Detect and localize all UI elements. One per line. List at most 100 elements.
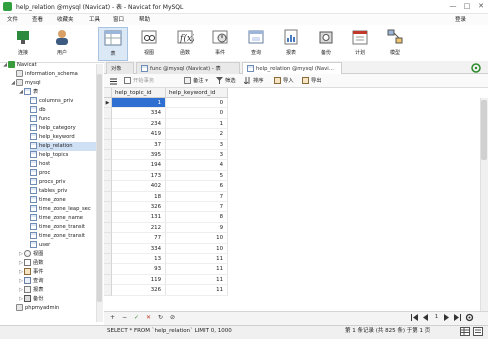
grid-cell-help-topic-id[interactable]: 119 [112,274,166,286]
add-record-icon[interactable]: + [108,313,117,322]
menu-icon[interactable] [109,77,118,86]
tree-table-item[interactable]: host [30,160,50,169]
row-selector[interactable] [104,274,112,286]
grid-view-icon[interactable] [460,327,470,336]
tree-root[interactable]: ◢ Navicat [2,61,37,70]
row-selector[interactable] [104,222,112,234]
row-selector[interactable] [104,212,112,223]
tab-help-relation[interactable]: help_relation @mysql (Navi... [242,62,342,74]
row-selector[interactable] [104,139,112,150]
tree-table-item[interactable]: db [30,106,46,115]
tree-db-phpmyadmin[interactable]: phpmyadmin [10,304,59,313]
import-button[interactable]: 导入 [274,77,294,86]
menu-window[interactable]: 窗口 [113,16,124,24]
grid-cell-help-topic-id[interactable]: 131 [112,212,166,223]
maximize-button[interactable]: □ [460,1,474,12]
row-selector[interactable] [104,202,112,213]
grid-cell-help-topic-id[interactable]: 234 [112,118,166,130]
row-selector[interactable] [104,170,112,182]
grid-cell-help-keyword-id[interactable]: 6 [166,181,228,192]
sort-button[interactable]: 排序 [243,77,264,86]
row-selector[interactable] [104,285,112,296]
grid-cell-help-keyword-id[interactable]: 11 [166,274,228,286]
tree-table-item[interactable]: time_zone_transit [30,232,85,241]
grid-cell-help-keyword-id[interactable]: 7 [166,202,228,213]
grid-cell-help-keyword-id[interactable]: 11 [166,264,228,275]
event-button[interactable]: 事件 [205,27,235,61]
menu-help[interactable]: 帮助 [139,16,150,24]
discard-changes-icon[interactable]: ✕ [144,313,153,322]
tree-group-queries[interactable]: ▷ 查询 [18,277,43,286]
connection-button[interactable]: 连接 [8,27,38,61]
settings-gear-icon[interactable] [465,313,474,322]
function-button[interactable]: f(x) 函数 [170,27,200,61]
grid-cell-help-topic-id[interactable]: 194 [112,160,166,171]
tree-group-reports[interactable]: ▷ 报表 [18,286,43,295]
grid-cell-help-topic-id[interactable]: 419 [112,129,166,140]
first-page-icon[interactable] [410,313,419,322]
delete-record-icon[interactable]: − [120,313,129,322]
row-selector[interactable] [104,254,112,265]
last-page-icon[interactable] [453,313,462,322]
tree-table-item[interactable]: proc [30,169,50,178]
apply-changes-icon[interactable]: ✓ [132,313,141,322]
tree-table-item[interactable]: procs_priv [30,178,66,187]
grid-cell-help-topic-id[interactable]: 326 [112,285,166,296]
tree-table-item[interactable]: help_category [30,124,76,133]
tree-table-item[interactable]: tables_priv [30,187,67,196]
row-selector[interactable] [104,243,112,254]
tree-group-backups[interactable]: ▷ 备份 [18,295,43,304]
tree-table-item[interactable]: help_relation [30,142,96,151]
model-button[interactable]: 模型 [380,27,410,61]
row-selector[interactable] [104,108,112,119]
grid-cell-help-keyword-id[interactable]: 3 [166,139,228,150]
tree-table-item[interactable]: time_zone [30,196,66,205]
grid-cell-help-topic-id[interactable]: 173 [112,170,166,182]
column-header-help-topic-id[interactable]: help_topic_id [112,88,166,98]
grid-cell-help-topic-id[interactable]: 395 [112,150,166,161]
grid-cell-help-topic-id[interactable]: 1 [112,98,166,109]
row-selector[interactable] [104,264,112,275]
report-button[interactable]: 报表 [276,27,306,61]
tab-settings-icon[interactable] [471,63,481,73]
tree-table-item[interactable]: help_keyword [30,133,75,142]
grid-cell-help-topic-id[interactable]: 37 [112,139,166,150]
tree-tables-group[interactable]: ◢ 表 [18,88,38,97]
schedule-button[interactable]: 计划 [345,27,375,61]
grid-cell-help-keyword-id[interactable]: 0 [166,98,228,109]
note-button[interactable]: 备注 ▾ [184,77,208,86]
user-button[interactable]: 用户 [47,27,77,61]
backup-button[interactable]: 备份 [311,27,341,61]
grid-cell-help-keyword-id[interactable]: 0 [166,108,228,119]
grid-cell-help-keyword-id[interactable]: 5 [166,170,228,182]
grid-cell-help-topic-id[interactable]: 77 [112,233,166,244]
grid-cell-help-keyword-id[interactable]: 4 [166,160,228,171]
row-selector[interactable] [104,181,112,192]
grid-cell-help-keyword-id[interactable]: 9 [166,222,228,234]
row-selector[interactable] [104,233,112,244]
tree-table-item[interactable]: help_topics [30,151,68,160]
minimize-button[interactable]: — [446,1,460,12]
grid-cell-help-topic-id[interactable]: 334 [112,108,166,119]
tree-table-item[interactable]: time_zone_name [30,214,83,223]
tab-func-table[interactable]: func @mysql (Navicat) - 表 [136,62,240,74]
begin-transaction-button[interactable]: 开始事务 [124,77,154,86]
grid-cell-help-topic-id[interactable]: 326 [112,202,166,213]
grid-cell-help-keyword-id[interactable]: 11 [166,254,228,265]
row-selector[interactable] [104,150,112,161]
tree-group-functions[interactable]: ▷ 函数 [18,259,43,268]
tree-table-item[interactable]: columns_priv [30,97,73,106]
grid-cell-help-keyword-id[interactable]: 7 [166,191,228,202]
tree-table-item[interactable]: user [30,241,50,250]
sidebar-scrollbar-thumb[interactable] [97,74,102,302]
menu-file[interactable]: 文件 [7,16,18,24]
grid-cell-help-keyword-id[interactable]: 11 [166,285,228,296]
tab-objects[interactable]: 对象 [106,62,134,74]
login-link[interactable]: 登录 [455,16,466,24]
tree-table-item[interactable]: time_zone_leap_sec [30,205,91,214]
previous-page-icon[interactable] [421,313,430,322]
next-page-icon[interactable] [442,313,451,322]
query-button[interactable]: 查询 [241,27,271,61]
export-button[interactable]: 导出 [302,77,322,86]
menu-tools[interactable]: 工具 [89,16,100,24]
